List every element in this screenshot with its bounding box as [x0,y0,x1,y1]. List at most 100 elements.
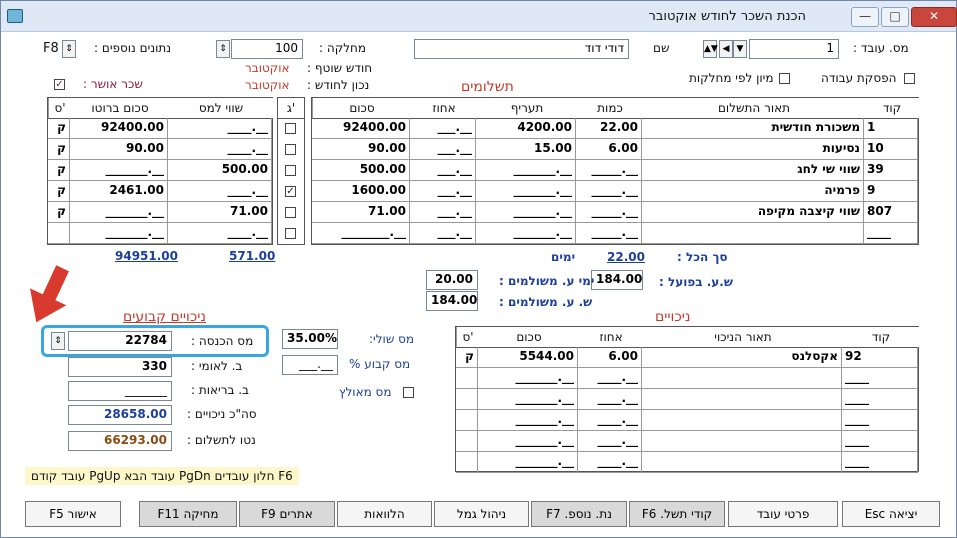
payments-cell[interactable]: 4200.00 [476,118,576,139]
payments-cell[interactable]: 1600.00 [312,181,410,202]
deductions-cell[interactable]: ____.__ [578,431,642,452]
maximize-button[interactable]: □ [881,7,909,27]
name-input[interactable]: דודי דוד [414,39,629,59]
payments-cell[interactable]: _____.__ [576,202,642,223]
payments-cell[interactable]: _____.__ [576,181,642,202]
payments-cell[interactable]: ___.__ [410,139,476,160]
fixed-tax-input[interactable]: ___.__ [282,355,338,375]
deductions-cell[interactable]: ____ [842,452,918,473]
actual-hours-input[interactable]: 184.00 [591,270,643,290]
deductions-cell[interactable] [642,389,842,410]
gross-cell[interactable]: ק [48,160,70,181]
g-checkbox[interactable] [285,165,296,176]
payments-cell[interactable]: _______.__ [476,181,576,202]
paid-hours-input[interactable]: 184.00 [426,291,478,311]
deductions-cell[interactable]: 92 [842,347,918,368]
gross-cell[interactable]: _______.__ [70,202,168,223]
loans-button[interactable]: הלוואות [337,501,432,527]
gross-cell[interactable]: ק [48,139,70,160]
deductions-cell[interactable]: _______.__ [478,410,578,431]
employee-details-button[interactable]: פרטי עובד [728,501,838,527]
forced-tax-checkbox[interactable] [403,387,414,398]
extra-data-spin-button[interactable]: ⇕ [62,40,76,58]
payments-cell[interactable]: 807 [864,202,918,223]
deductions-cell[interactable] [456,389,478,410]
payments-cell[interactable]: 15.00 [476,139,576,160]
paid-days-input[interactable]: 20.00 [426,270,478,290]
gross-cell[interactable]: ____.__ [168,118,272,139]
search-button[interactable]: אתרים F9 [239,501,335,527]
deductions-cell[interactable]: _______.__ [478,431,578,452]
deductions-cell[interactable]: ____ [842,431,918,452]
payments-cell[interactable]: פרמיה [642,181,864,202]
gross-cell[interactable]: ____.__ [168,223,272,244]
deductions-cell[interactable]: _______.__ [478,452,578,473]
deductions-cell[interactable]: 6.00 [578,347,642,368]
gross-cell[interactable]: ק [48,118,70,139]
deductions-cell[interactable] [642,431,842,452]
deductions-cell[interactable]: 5544.00 [478,347,578,368]
g-checkbox[interactable] [285,123,296,134]
deductions-cell[interactable] [456,410,478,431]
employee-no-input[interactable]: 1 [749,39,839,59]
deductions-cell[interactable] [456,368,478,389]
payments-cell[interactable]: ___.__ [410,223,476,244]
payments-cell[interactable]: 39 [864,160,918,181]
approve-button[interactable]: אישור F5 [25,501,121,527]
prev-next-employee-icon[interactable]: ◀ [719,40,733,58]
income-tax-spin-button[interactable]: ⇕ [51,332,65,350]
gross-cell[interactable]: ____.__ [168,139,272,160]
delete-button[interactable]: מחיקה F11 [139,501,237,527]
g-checkbox[interactable] [285,207,296,218]
deductions-cell[interactable]: ____ [842,410,918,431]
payments-cell[interactable]: ___.__ [410,160,476,181]
g-checkbox[interactable]: ✓ [285,186,296,197]
g-checkbox[interactable] [285,144,296,155]
minimize-button[interactable]: — [851,7,879,27]
deductions-cell[interactable]: אקסלנס [642,347,842,368]
deductions-cell[interactable]: _______.__ [478,368,578,389]
payments-cell[interactable]: 9 [864,181,918,202]
deductions-cell[interactable]: ק [456,347,478,368]
deductions-cell[interactable]: ____ [842,389,918,410]
payments-cell[interactable]: _______.__ [476,223,576,244]
deductions-cell[interactable] [642,368,842,389]
payments-cell[interactable]: 10 [864,139,918,160]
payments-cell[interactable]: נסיעות [642,139,864,160]
gross-cell[interactable]: ק [48,202,70,223]
deductions-cell[interactable] [642,410,842,431]
deductions-cell[interactable]: _______.__ [478,389,578,410]
gross-cell[interactable]: ____.__ [168,181,272,202]
payments-cell[interactable]: _______.__ [476,202,576,223]
payments-cell[interactable]: 22.00 [576,118,642,139]
payments-cell[interactable]: שווי שי לחג [642,160,864,181]
gross-cell[interactable]: _______.__ [70,160,168,181]
gross-cell[interactable]: 500.00 [168,160,272,181]
pension-button[interactable]: ניהול גמל [434,501,529,527]
gross-cell[interactable]: ק [48,181,70,202]
exit-button[interactable]: יציאה Esc [842,501,940,527]
extra-data-button[interactable]: נת. נוספ. F7 [531,501,627,527]
payments-cell[interactable]: משכורת חודשית [642,118,864,139]
prev-employee-button[interactable]: ▲▼ [703,40,718,58]
income-tax-input[interactable]: 22784 [68,331,172,351]
employee-dropdown-button[interactable]: ▼ [733,40,747,58]
marginal-tax-input[interactable]: 35.00% [282,329,338,349]
payments-cell[interactable]: ___.__ [410,181,476,202]
approved-salary-checkbox[interactable]: ✓ [54,79,65,90]
gross-cell[interactable]: _______.__ [70,223,168,244]
payment-codes-button[interactable]: קודי תשל. F6 [629,501,725,527]
deductions-cell[interactable]: ____.__ [578,368,642,389]
payments-cell[interactable]: ____ [864,223,918,244]
deductions-cell[interactable] [456,431,478,452]
sort-dept-checkbox[interactable] [779,73,790,84]
g-checkbox[interactable] [285,228,296,239]
national-ins-input[interactable]: 330 [68,357,172,377]
gross-cell[interactable]: 90.00 [70,139,168,160]
payments-cell[interactable]: ________.__ [312,223,410,244]
dept-input[interactable]: 100 [231,39,303,59]
close-button[interactable]: ✕ [911,7,957,27]
payments-cell[interactable]: ___.__ [410,202,476,223]
payments-cell[interactable]: שווי קיצבה מקיפה [642,202,864,223]
total-deductions-input[interactable]: 28658.00 [68,405,172,425]
